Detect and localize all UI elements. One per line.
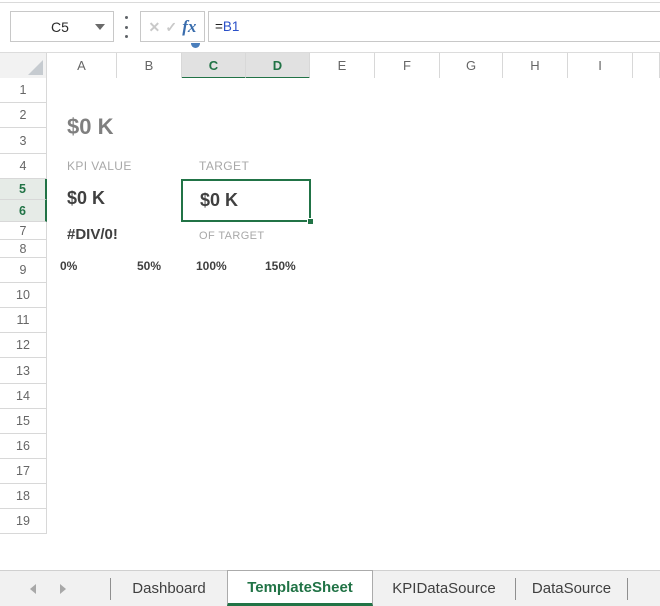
sheet-cells: $0 K KPI VALUE TARGET $0 K $0 K #DIV/0! …	[47, 78, 660, 534]
row-header-3[interactable]: 3	[0, 128, 47, 154]
formula-equals: =	[215, 19, 223, 34]
confirm-icon[interactable]: ✓	[165, 20, 177, 34]
next-sheet-icon[interactable]	[60, 584, 66, 594]
cell-target-label[interactable]: TARGET	[199, 159, 249, 173]
name-box-value: C5	[11, 19, 95, 35]
column-header-h[interactable]: H	[503, 53, 568, 79]
name-box[interactable]: C5	[10, 11, 114, 42]
row-header-19[interactable]: 19	[0, 509, 47, 534]
drag-handle-icon[interactable]	[122, 16, 130, 38]
sheet-tab-dashboard[interactable]: Dashboard	[111, 571, 227, 606]
cell-div-error[interactable]: #DIV/0!	[67, 226, 118, 243]
row-header-2[interactable]: 2	[0, 103, 47, 128]
row-header-14[interactable]: 14	[0, 384, 47, 409]
column-header-f[interactable]: F	[375, 53, 440, 79]
sheet-tab-kpidatasource[interactable]: KPIDataSource	[373, 571, 515, 606]
row-header-13[interactable]: 13	[0, 358, 47, 384]
gauge-tick-100pct[interactable]: 100%	[196, 259, 227, 273]
formula-buttons: ✕ ✓ fx	[140, 11, 205, 42]
chevron-down-icon[interactable]	[95, 24, 105, 30]
gauge-tick-50pct[interactable]: 50%	[137, 259, 161, 273]
row-header-16[interactable]: 16	[0, 434, 47, 459]
column-header-a[interactable]: A	[47, 53, 117, 79]
column-header-d[interactable]: D	[246, 53, 310, 79]
gauge-tick-150pct[interactable]: 150%	[265, 259, 296, 273]
sheet-tab-datasource[interactable]: DataSource	[516, 571, 627, 606]
cell-kpi-value-label[interactable]: KPI VALUE	[67, 159, 132, 173]
gauge-tick-0pct[interactable]: 0%	[60, 259, 77, 273]
column-header-b[interactable]: B	[117, 53, 182, 79]
selected-cell-c5[interactable]: $0 K	[181, 179, 311, 222]
row-header-10[interactable]: 10	[0, 283, 47, 308]
sheet-tab-bar: DashboardTemplateSheetKPIDataSourceDataS…	[0, 570, 660, 606]
selected-cell-value: $0 K	[183, 190, 238, 211]
select-all-triangle-icon	[28, 60, 43, 75]
sheet-tabs: DashboardTemplateSheetKPIDataSourceDataS…	[110, 571, 628, 606]
sheet-tab-templatesheet[interactable]: TemplateSheet	[227, 570, 373, 606]
previous-sheet-icon[interactable]	[30, 584, 36, 594]
column-header-e[interactable]: E	[310, 53, 375, 79]
column-headers: ABCDEFGHI	[47, 53, 660, 78]
column-header-g[interactable]: G	[440, 53, 503, 79]
tab-separator	[627, 578, 628, 600]
spreadsheet-window: C5 ✕ ✓ fx = B1 ABCDEFGHI 123456789101112…	[0, 0, 660, 606]
row-header-17[interactable]: 17	[0, 459, 47, 484]
row-header-15[interactable]: 15	[0, 409, 47, 434]
formula-input[interactable]: = B1	[208, 11, 660, 42]
cell-big-kpi-value[interactable]: $0 K	[67, 114, 113, 140]
row-header-7[interactable]: 7	[0, 222, 47, 240]
cell-of-target-label[interactable]: OF TARGET	[199, 230, 265, 242]
cell-kpi-value[interactable]: $0 K	[67, 188, 105, 209]
column-header-partial[interactable]	[633, 53, 660, 79]
row-header-4[interactable]: 4	[0, 154, 47, 179]
cancel-icon[interactable]: ✕	[149, 20, 161, 34]
column-header-row: ABCDEFGHI	[0, 52, 660, 78]
row-headers: 12345678910111213141516171819	[0, 78, 47, 534]
top-divider	[0, 2, 660, 3]
select-all-corner[interactable]	[0, 53, 47, 79]
formula-reference: B1	[223, 19, 240, 34]
gauge-axis-ticks: 0% 50% 100% 150%	[47, 259, 367, 275]
insert-function-icon[interactable]: fx	[182, 18, 196, 35]
row-header-11[interactable]: 11	[0, 308, 47, 333]
row-header-8[interactable]: 8	[0, 240, 47, 258]
fill-handle[interactable]	[307, 218, 314, 225]
column-header-c[interactable]: C	[182, 53, 246, 79]
insert-function-badge	[191, 43, 200, 48]
row-header-18[interactable]: 18	[0, 484, 47, 509]
row-header-5[interactable]: 5	[0, 179, 47, 200]
tab-navigation	[0, 571, 66, 606]
row-header-1[interactable]: 1	[0, 78, 47, 103]
row-header-6[interactable]: 6	[0, 200, 47, 222]
column-header-i[interactable]: I	[568, 53, 633, 79]
formula-bar-area: C5 ✕ ✓ fx = B1	[0, 0, 660, 52]
row-header-12[interactable]: 12	[0, 333, 47, 358]
row-header-9[interactable]: 9	[0, 258, 47, 283]
